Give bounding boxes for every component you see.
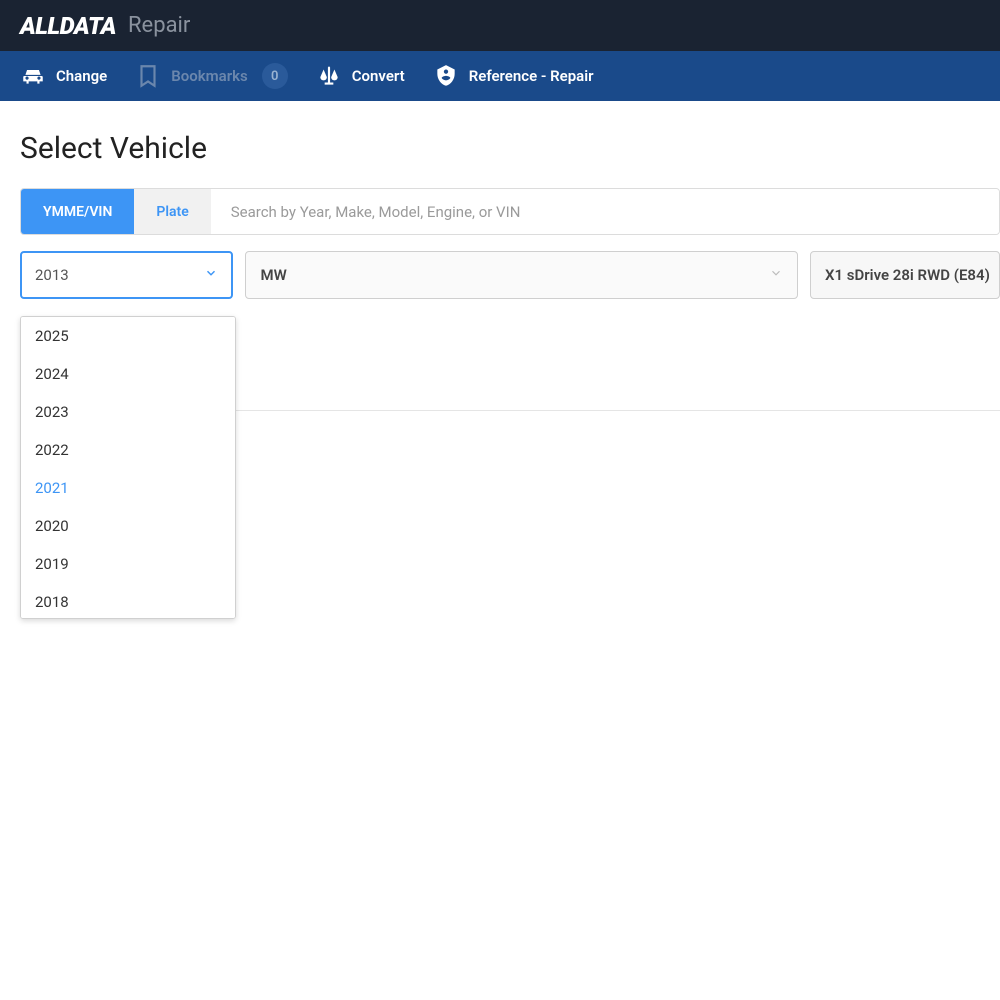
selectors-row: 2013 MW X1 sDrive 28i RWD (E84) 20252024… (20, 251, 1000, 299)
logo: ALLDATA (20, 12, 116, 40)
year-options-list[interactable]: 20252024202320222021202020192018 (20, 316, 236, 619)
year-dropdown[interactable]: 2013 (20, 251, 233, 299)
section-label: Repair (128, 13, 190, 38)
nav-reference[interactable]: Reference - Repair (433, 65, 594, 87)
nav-change-label: Change (56, 67, 107, 85)
chevron-down-icon (204, 266, 218, 284)
bookmark-icon (135, 65, 161, 87)
nav-bookmarks-label: Bookmarks (171, 67, 248, 85)
year-option[interactable]: 2024 (21, 355, 235, 393)
nav-reference-label: Reference - Repair (469, 67, 594, 85)
nav-convert-label: Convert (352, 67, 405, 85)
year-option[interactable]: 2019 (21, 545, 235, 583)
tab-plate[interactable]: Plate (134, 189, 210, 234)
year-option[interactable]: 2023 (21, 393, 235, 431)
nav-bookmarks[interactable]: Bookmarks 0 (135, 63, 288, 89)
page-title: Select Vehicle (20, 131, 1000, 166)
scale-icon (316, 65, 342, 87)
search-row: YMME/VIN Plate (20, 188, 1000, 235)
bookmarks-badge: 0 (262, 63, 288, 89)
nav-bar: Change Bookmarks 0 Convert Reference - R… (0, 51, 1000, 101)
chevron-down-icon (769, 266, 783, 284)
year-option[interactable]: 2020 (21, 507, 235, 545)
year-option[interactable]: 2018 (21, 583, 235, 619)
top-header: ALLDATA Repair (0, 0, 1000, 51)
content: Select Vehicle YMME/VIN Plate 2013 MW X1… (0, 101, 1000, 411)
year-option[interactable]: 2022 (21, 431, 235, 469)
year-option[interactable]: 2025 (21, 317, 235, 355)
make-value: MW (260, 266, 286, 284)
model-value: X1 sDrive 28i RWD (E84) (825, 266, 990, 284)
tab-ymme[interactable]: YMME/VIN (21, 189, 134, 234)
nav-convert[interactable]: Convert (316, 65, 405, 87)
reference-icon (433, 65, 459, 87)
year-option[interactable]: 2021 (21, 469, 235, 507)
car-icon (20, 65, 46, 87)
search-input[interactable] (211, 189, 999, 234)
year-value: 2013 (35, 266, 69, 284)
nav-change[interactable]: Change (20, 65, 107, 87)
make-dropdown[interactable]: MW (245, 251, 798, 299)
model-dropdown[interactable]: X1 sDrive 28i RWD (E84) (810, 251, 1000, 299)
